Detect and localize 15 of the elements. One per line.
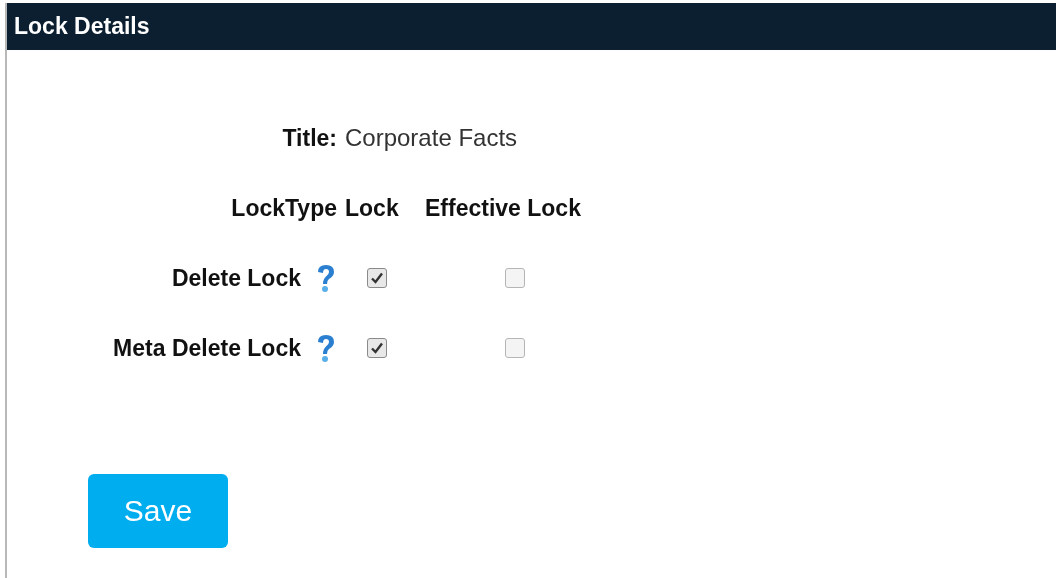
lock-type-label: Meta Delete Lock — [113, 334, 301, 362]
column-header: Effective Lock — [425, 194, 582, 222]
help-icon[interactable] — [315, 333, 337, 363]
lock-checkbox[interactable] — [367, 338, 387, 358]
lock-type-label: Delete Lock — [171, 264, 301, 292]
column-header: LockType — [231, 194, 337, 222]
column-header: Lock — [345, 194, 400, 222]
panel-title: Lock Details — [14, 13, 150, 40]
lock-checkbox[interactable] — [367, 268, 387, 288]
effective-lock-checkbox[interactable] — [505, 338, 525, 358]
help-icon[interactable] — [315, 263, 337, 293]
effective-lock-checkbox[interactable] — [505, 268, 525, 288]
field-label: Title: — [282, 124, 337, 152]
title-value: Corporate Facts — [345, 124, 519, 152]
save-button[interactable]: Save — [88, 474, 228, 548]
